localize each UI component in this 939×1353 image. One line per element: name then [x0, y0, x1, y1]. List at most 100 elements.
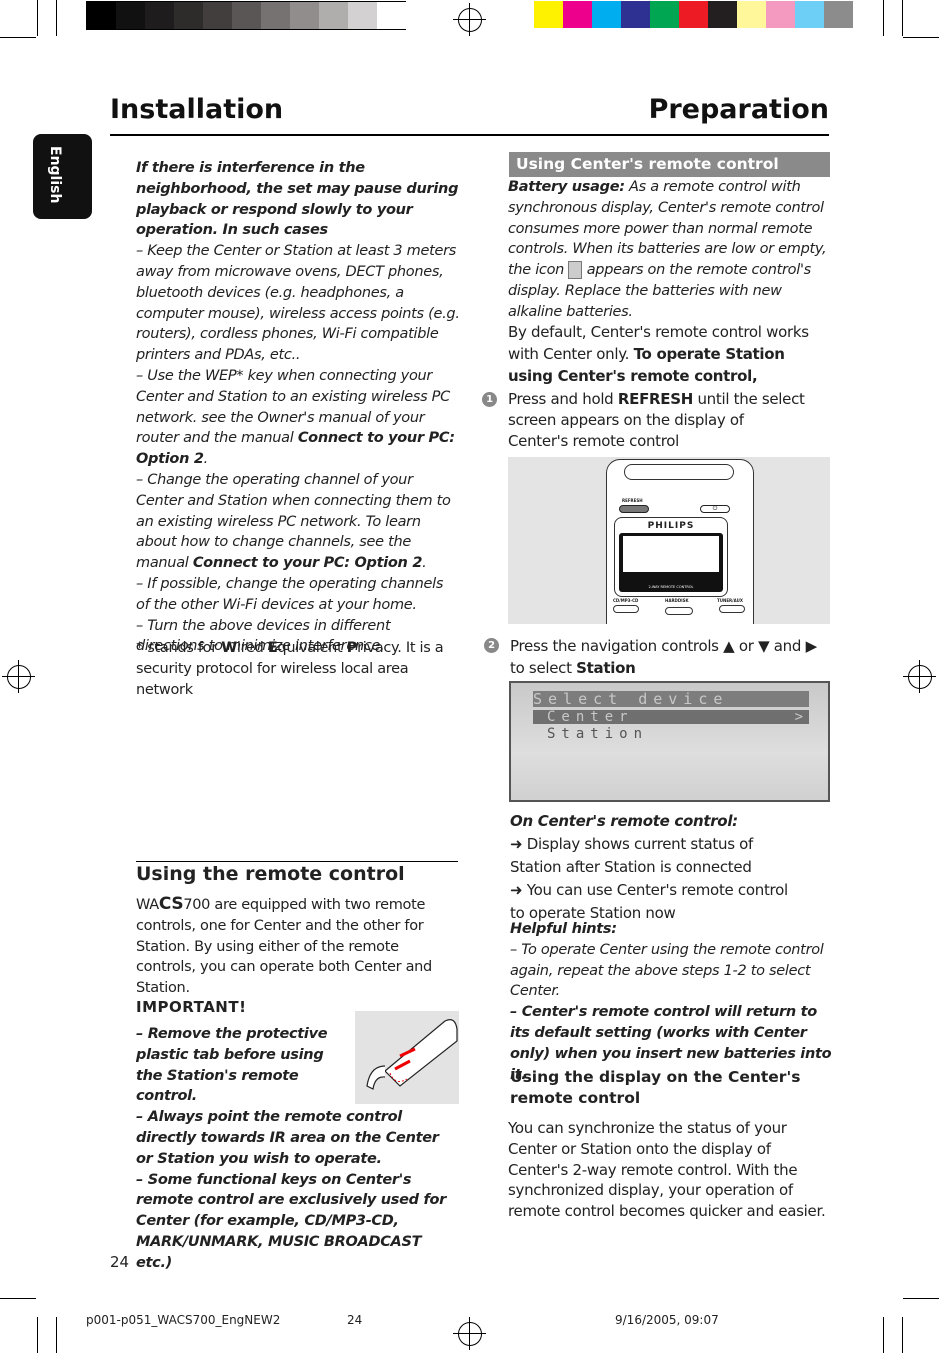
battery-usage: Battery usage: As a remote control with … — [508, 177, 828, 323]
color-swatch — [348, 2, 377, 29]
registration-mark-icon — [2, 660, 35, 693]
color-swatch — [319, 2, 348, 29]
crop-mark — [37, 1317, 38, 1353]
crop-mark — [902, 1317, 903, 1353]
ir-window — [624, 464, 734, 480]
result-section: On Center's remote control: ➜ Display sh… — [510, 810, 830, 925]
color-swatch — [563, 1, 592, 28]
text: ired — [236, 640, 268, 656]
display-section-title: Using the display on the Center's remote… — [510, 1068, 801, 1107]
remote-intro: WACS700 are equipped with two remote con… — [136, 894, 451, 999]
hint-item: – To operate Center using the remote con… — [510, 941, 824, 1000]
step-number-icon: 1 — [482, 392, 497, 407]
display-screen — [623, 536, 719, 572]
wep-footnote: * stands for Wired Equivalent Privacy. I… — [136, 638, 446, 700]
important-item: – Some functional keys on Center's remot… — [136, 1171, 446, 1271]
remote-body: REFRESH ⏻ PHILIPS 2-WAY REMOTE CONTROL C… — [606, 459, 754, 624]
lcd-item-station[interactable]: Station — [547, 726, 648, 742]
crop-mark — [883, 1317, 884, 1353]
default-text: By default, Center's remote control work… — [508, 321, 828, 387]
text: to select — [510, 659, 577, 677]
manual-reference: Connect to your PC: Option 2 — [192, 555, 423, 572]
registration-mark-icon — [903, 660, 936, 693]
color-swatch — [261, 2, 290, 29]
lcd-screen-photo: Select device Center > Station — [509, 681, 830, 802]
footer-date: 9/16/2005, 09:07 — [615, 1313, 719, 1327]
color-swatch — [679, 1, 708, 28]
color-swatch — [377, 2, 406, 29]
footer-page: 24 — [347, 1313, 363, 1327]
crop-mark — [37, 0, 38, 36]
color-swatch — [650, 1, 679, 28]
registration-mark-icon — [453, 3, 486, 36]
interference-heading: If there is interference in the neighbor… — [136, 160, 459, 239]
chevron-right-icon: > — [794, 709, 809, 725]
interference-section: If there is interference in the neighbor… — [136, 158, 460, 657]
header-rule — [110, 134, 829, 136]
text: Press the navigation controls ▲ or ▼ and… — [510, 637, 817, 655]
color-swatch — [203, 2, 232, 29]
text: Press and hold — [508, 390, 618, 408]
color-swatch — [824, 1, 853, 28]
important-list: – Remove the protective plastic tab befo… — [136, 1024, 458, 1274]
important-item: – Always point the remote control direct… — [136, 1109, 439, 1167]
color-swatch — [621, 1, 650, 28]
color-swatch — [592, 1, 621, 28]
philips-logo: PHILIPS — [647, 521, 695, 531]
crop-mark — [56, 0, 57, 36]
color-swatch — [737, 1, 766, 28]
interference-bullet: – Keep the Center or Station at least 3 … — [136, 243, 460, 364]
result-item: ➜ Display shows current status of Statio… — [510, 835, 754, 876]
text: W — [221, 640, 237, 656]
text: Station — [576, 659, 636, 677]
step-2: 2 Press the navigation controls ▲ or ▼ a… — [484, 635, 825, 679]
important-item: – Remove the protective plastic tab befo… — [136, 1026, 328, 1105]
text: quivalent — [277, 640, 347, 656]
lcd-title: Select device — [533, 691, 809, 707]
tuner-key — [719, 605, 745, 613]
registration-mark-icon — [453, 1317, 486, 1350]
text: WA — [136, 897, 159, 913]
step-1: 1 Press and hold REFRESH until the selec… — [482, 389, 808, 452]
header-installation: Installation — [110, 94, 284, 125]
step-number-icon: 2 — [484, 638, 499, 653]
color-swatch — [145, 2, 174, 29]
key-label: HARDDISK — [665, 598, 689, 603]
remote-section-title: Using the remote control — [136, 863, 405, 885]
interference-bullet: – Change the operating channel of your C… — [136, 470, 460, 574]
text: Select device — [533, 690, 729, 708]
crop-mark — [902, 0, 903, 36]
power-key: ⏻ — [700, 505, 730, 513]
text: . — [422, 555, 427, 572]
text: . — [203, 451, 209, 468]
on-center-heading: On Center's remote control: — [510, 812, 738, 830]
text: E — [267, 640, 278, 656]
text: CS — [158, 894, 184, 914]
remote-label: 2-WAY REMOTE CONTROL — [648, 585, 694, 589]
key-label: TUNER/AUX — [717, 598, 743, 603]
interference-bullet: – If possible, change the operating chan… — [136, 575, 444, 613]
footer-filename: p001-p051_WACS700_EngNEW2 — [86, 1313, 281, 1327]
display-bezel: 2-WAY REMOTE CONTROL — [619, 533, 723, 592]
manual-page: Installation Preparation English If ther… — [0, 0, 939, 1353]
color-calibration-bar — [534, 1, 853, 28]
lcd-item-center[interactable]: Center > — [533, 710, 809, 724]
color-swatch — [232, 2, 261, 29]
display-frame: PHILIPS 2-WAY REMOTE CONTROL — [614, 517, 728, 597]
gray-calibration-bar — [86, 1, 406, 30]
color-swatch — [87, 2, 116, 29]
crop-mark — [903, 1298, 939, 1299]
battery-icon — [568, 261, 583, 280]
language-tab-label: English — [47, 146, 63, 204]
remote-control-image: REFRESH ⏻ PHILIPS 2-WAY REMOTE CONTROL C… — [508, 457, 830, 624]
hints-heading: Helpful hints: — [510, 921, 617, 937]
color-swatch — [534, 1, 563, 28]
important-heading: IMPORTANT! — [136, 998, 247, 1016]
crop-mark — [903, 37, 939, 38]
helpful-hints: Helpful hints: – To operate Center using… — [510, 919, 832, 1085]
section-bar: Using Center's remote control — [509, 152, 830, 177]
section-rule — [136, 861, 458, 862]
crop-mark — [0, 1298, 36, 1299]
cd-key — [613, 605, 639, 613]
color-swatch — [766, 1, 795, 28]
